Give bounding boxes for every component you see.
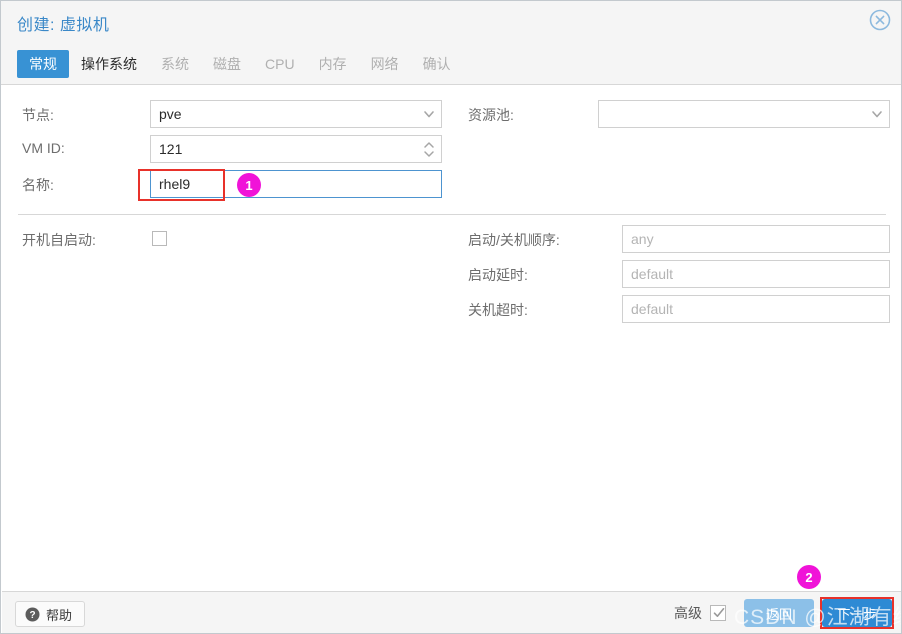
field-pool: 资源池: — [468, 100, 890, 130]
onboot-checkbox[interactable] — [152, 231, 167, 246]
tab-disks[interactable]: 磁盘 — [201, 50, 253, 78]
name-input[interactable] — [150, 170, 442, 198]
startup-order-input[interactable] — [622, 225, 890, 253]
create-vm-dialog: 创建: 虚拟机 常规 操作系统 系统 磁盘 CPU 内存 网络 确认 节点: p… — [0, 0, 902, 634]
field-onboot-label: 开机自启动: — [22, 232, 96, 248]
advanced-toggle[interactable]: 高级 — [674, 603, 726, 623]
section-divider — [18, 214, 886, 216]
dialog-footer: ? 帮助 高级 返回 下一步 — [2, 591, 901, 633]
tab-network[interactable]: 网络 — [359, 50, 411, 78]
vmid-input[interactable] — [150, 135, 442, 163]
startup-delay-input[interactable] — [622, 260, 890, 288]
field-name: 名称: — [22, 170, 442, 200]
question-circle-icon: ? — [25, 607, 40, 622]
node-select[interactable] — [150, 100, 442, 128]
close-icon[interactable] — [867, 7, 893, 33]
svg-text:?: ? — [29, 610, 35, 621]
tab-general[interactable]: 常规 — [17, 50, 69, 78]
field-node-label: 节点: — [22, 107, 54, 123]
advanced-label: 高级 — [674, 605, 702, 621]
pool-select[interactable] — [598, 100, 890, 128]
tab-os[interactable]: 操作系统 — [69, 50, 149, 78]
shutdown-timeout-input[interactable] — [622, 295, 890, 323]
tab-memory[interactable]: 内存 — [307, 50, 359, 78]
field-onboot: 开机自启动: — [22, 225, 442, 255]
tab-confirm[interactable]: 确认 — [411, 50, 463, 78]
dialog-title: 创建: 虚拟机 — [17, 17, 110, 34]
dialog-body: 节点: VM ID: 名称: 开机自启动: — [2, 85, 901, 591]
field-vmid: VM ID: — [22, 135, 442, 165]
field-shutdown-timeout: 关机超时: — [468, 295, 890, 325]
next-button[interactable]: 下一步 — [822, 599, 892, 627]
field-vmid-label: VM ID: — [22, 140, 65, 156]
dialog-titlebar: 创建: 虚拟机 — [1, 1, 901, 43]
tab-system[interactable]: 系统 — [149, 50, 201, 78]
field-pool-label: 资源池: — [468, 107, 514, 123]
back-button[interactable]: 返回 — [744, 599, 814, 627]
wizard-tabbar: 常规 操作系统 系统 磁盘 CPU 内存 网络 确认 — [1, 43, 901, 85]
field-shutdown-timeout-label: 关机超时: — [468, 302, 528, 318]
help-button-label: 帮助 — [46, 607, 73, 623]
field-node: 节点: — [22, 100, 442, 130]
tab-cpu[interactable]: CPU — [253, 50, 307, 78]
advanced-checkbox[interactable] — [710, 605, 726, 621]
field-startup-delay-label: 启动延时: — [468, 267, 528, 283]
field-startup-order-label: 启动/关机顺序: — [468, 232, 560, 248]
field-name-label: 名称: — [22, 177, 54, 193]
help-button[interactable]: ? 帮助 — [15, 601, 86, 627]
field-startup-delay: 启动延时: — [468, 260, 890, 290]
field-startup-order: 启动/关机顺序: — [468, 225, 890, 255]
